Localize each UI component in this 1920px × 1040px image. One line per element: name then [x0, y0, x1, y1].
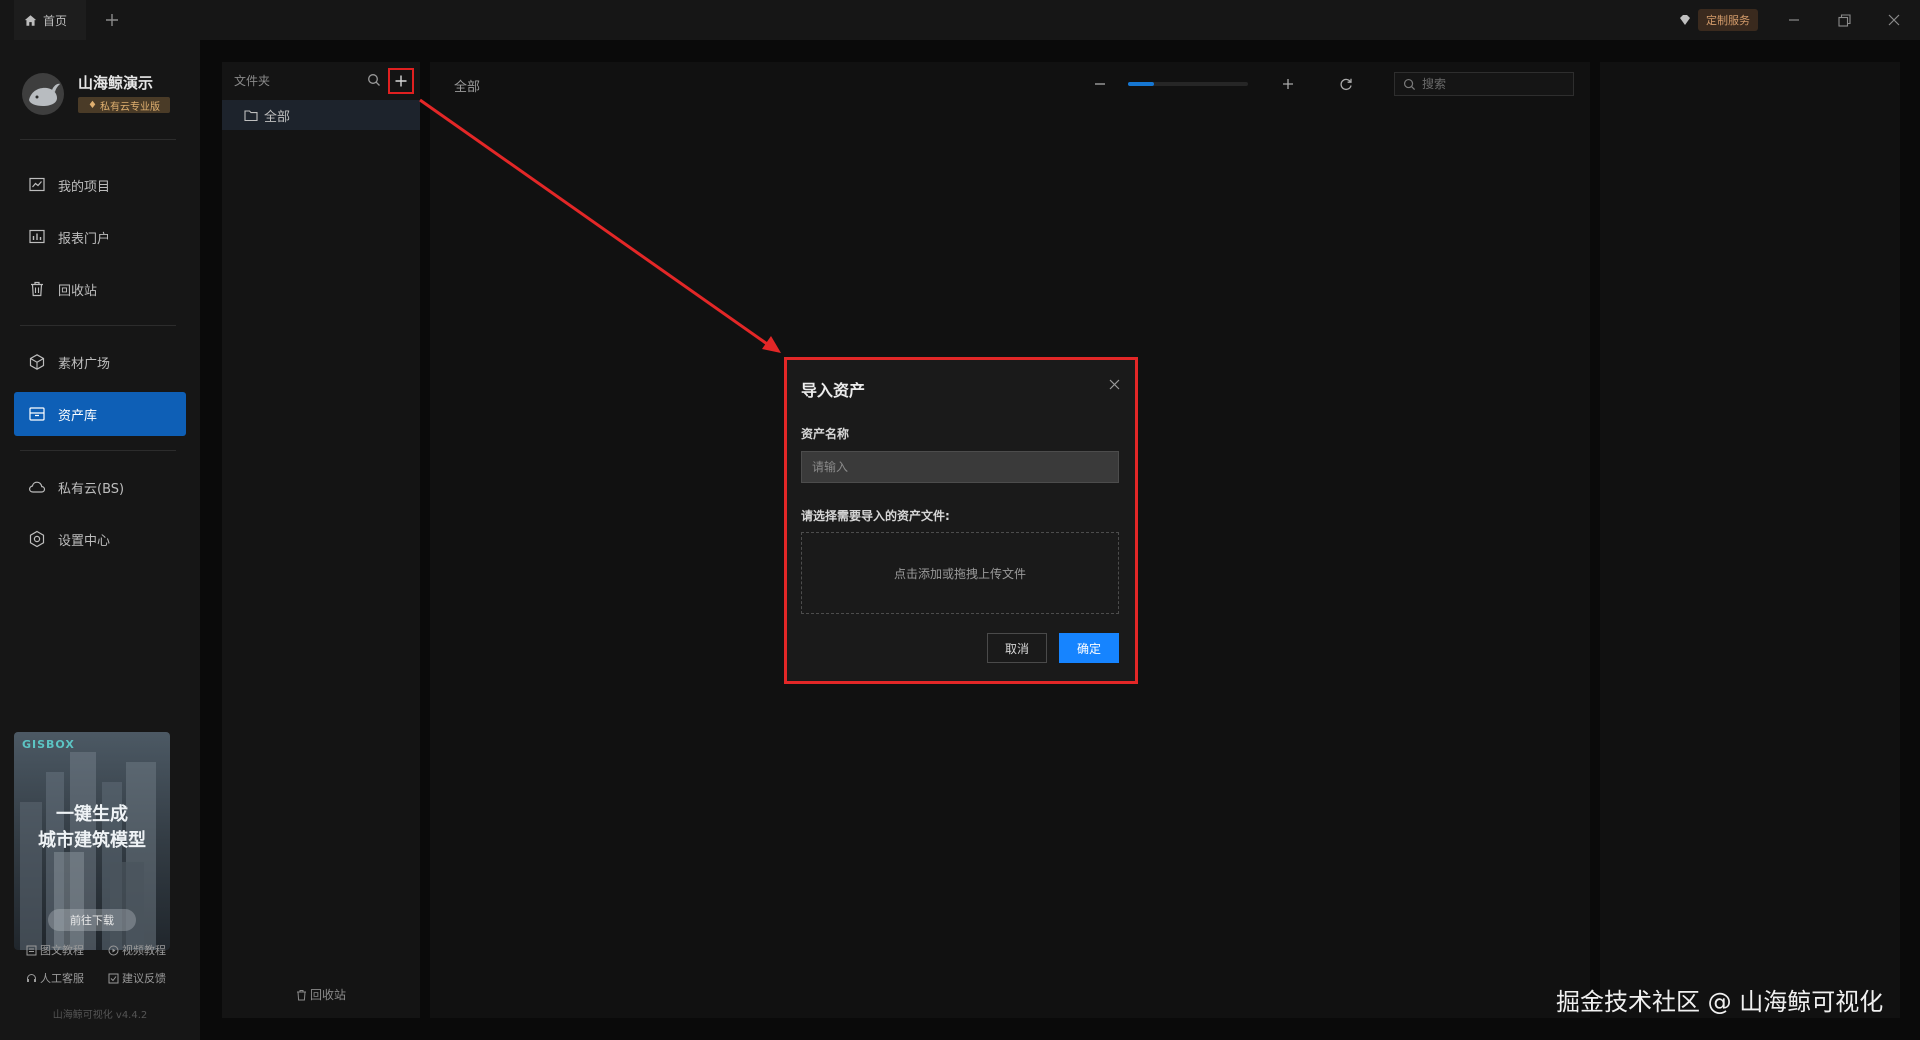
cube-icon — [28, 353, 46, 371]
folder-panel-title: 文件夹 — [234, 74, 271, 88]
folder-search-button[interactable] — [364, 70, 384, 90]
folder-icon — [244, 109, 258, 122]
chart-line-icon — [28, 176, 46, 194]
sidebar-item-label: 报表门户 — [58, 231, 111, 247]
search-box[interactable] — [1394, 72, 1574, 96]
edition-label: 私有云专业版 — [99, 101, 160, 113]
feedback-label: 建议反馈 — [122, 972, 166, 985]
version-label: 山海鲸可视化 v4.4.2 — [52, 1010, 148, 1021]
tab-home[interactable]: 首页 — [14, 0, 86, 40]
sidebar: 山海鲸演示 ♦ 私有云专业版 我的项目 报表门户 回收站 素材广场 资产库 私有… — [0, 40, 200, 1040]
promo-banner[interactable]: GISBOX 一键生成 城市建筑模型 前往下载 — [14, 732, 170, 950]
asset-name-label: 资产名称 — [801, 427, 850, 441]
gisbox-logo: GISBOX — [22, 738, 75, 751]
play-circle-icon — [108, 945, 119, 956]
sidebar-item-material-square[interactable]: 素材广场 — [14, 340, 186, 384]
feedback-icon — [108, 973, 119, 984]
detail-panel — [1600, 62, 1900, 1018]
confirm-button[interactable]: 确定 — [1059, 633, 1119, 663]
dialog-close-button[interactable] — [1105, 375, 1123, 393]
gear-icon — [28, 530, 46, 548]
custom-service-button[interactable]: 定制服务 — [1678, 8, 1758, 32]
home-icon — [24, 14, 37, 27]
folder-item-label: 全部 — [264, 109, 291, 125]
sidebar-item-private-cloud[interactable]: 私有云(BS) — [14, 465, 186, 509]
folder-item-all[interactable]: 全部 — [222, 100, 420, 130]
video-tutorial-label: 视频教程 — [122, 944, 166, 957]
sidebar-item-label: 私有云(BS) — [58, 481, 125, 497]
cancel-button[interactable]: 取消 — [987, 633, 1047, 663]
sidebar-item-label: 设置中心 — [58, 533, 111, 549]
current-folder-title: 全部 — [454, 80, 481, 95]
sidebar-item-report-portal[interactable]: 报表门户 — [14, 215, 186, 259]
dialog-title: 导入资产 — [801, 381, 866, 400]
search-input[interactable] — [1422, 77, 1562, 91]
app-name: 山海鲸演示 — [78, 74, 154, 92]
promo-headline: 一键生成 — [56, 804, 128, 825]
watermark: 掘金技术社区 @ 山海鲸可视化 — [1556, 988, 1884, 1016]
sidebar-item-asset-library[interactable]: 资产库 — [14, 392, 186, 436]
folder-recycle-label: 回收站 — [309, 988, 346, 1002]
plus-icon — [1282, 78, 1294, 90]
sidebar-item-label: 回收站 — [58, 283, 98, 299]
minimize-button[interactable] — [1780, 6, 1808, 34]
sidebar-item-recycle-bin[interactable]: 回收站 — [14, 267, 186, 311]
promo-subheadline: 城市建筑模型 — [38, 830, 146, 851]
asset-file-label: 请选择需要导入的资产文件: — [801, 509, 950, 523]
close-icon — [1109, 379, 1120, 390]
feedback-link[interactable]: 建议反馈 — [108, 970, 166, 986]
divider — [20, 450, 176, 451]
avatar[interactable] — [22, 73, 64, 115]
search-icon — [1403, 78, 1416, 91]
sidebar-item-settings[interactable]: 设置中心 — [14, 517, 186, 561]
archive-box-icon — [28, 405, 46, 423]
document-icon — [26, 945, 37, 956]
add-folder-button[interactable] — [388, 68, 414, 94]
cloud-icon — [28, 478, 46, 496]
support-link[interactable]: 人工客服 — [26, 970, 84, 986]
sidebar-item-label: 素材广场 — [58, 356, 111, 372]
restore-button[interactable] — [1830, 6, 1858, 34]
custom-service-label: 定制服务 — [1698, 9, 1758, 31]
promo-download-button[interactable]: 前往下载 — [48, 909, 136, 931]
refresh-button[interactable] — [1336, 74, 1356, 94]
diamond-icon — [1678, 13, 1692, 27]
sidebar-item-label: 我的项目 — [58, 179, 111, 195]
import-asset-dialog: 导入资产 资产名称 请选择需要导入的资产文件: 点击添加或拖拽上传文件 取消 确… — [784, 357, 1138, 684]
support-label: 人工客服 — [40, 972, 84, 985]
add-tab-button[interactable] — [100, 8, 124, 32]
close-window-button[interactable] — [1880, 6, 1908, 34]
bar-chart-icon — [28, 228, 46, 246]
sidebar-item-my-projects[interactable]: 我的项目 — [14, 163, 186, 207]
zoom-in-button[interactable] — [1278, 74, 1298, 94]
search-icon — [367, 73, 381, 87]
edition-badge: ♦ 私有云专业版 — [78, 97, 170, 113]
doc-tutorial-label: 图文教程 — [40, 944, 84, 957]
headset-icon — [26, 973, 37, 984]
doc-tutorial-link[interactable]: 图文教程 — [26, 942, 84, 958]
refresh-icon — [1339, 77, 1353, 91]
divider — [20, 139, 176, 140]
trash-icon — [296, 989, 307, 1001]
folder-recycle-bin-link[interactable]: 回收站 — [222, 986, 420, 1003]
video-tutorial-link[interactable]: 视频教程 — [108, 942, 166, 958]
trash-icon — [28, 280, 46, 298]
folder-panel: 文件夹 全部 回收站 — [222, 62, 420, 1018]
plus-icon — [394, 74, 408, 88]
asset-name-input[interactable] — [801, 451, 1119, 483]
crown-icon: ♦ — [88, 99, 97, 111]
zoom-slider-fill — [1128, 82, 1155, 86]
divider — [20, 325, 176, 326]
zoom-slider[interactable] — [1128, 82, 1248, 86]
title-bar: 首页 定制服务 — [0, 0, 1920, 40]
tab-home-label: 首页 — [43, 13, 68, 28]
sidebar-item-label: 资产库 — [58, 408, 98, 424]
dropzone-text: 点击添加或拖拽上传文件 — [893, 566, 1026, 581]
file-upload-dropzone[interactable]: 点击添加或拖拽上传文件 — [801, 532, 1119, 614]
minus-icon — [1094, 78, 1106, 90]
zoom-out-button[interactable] — [1090, 74, 1110, 94]
